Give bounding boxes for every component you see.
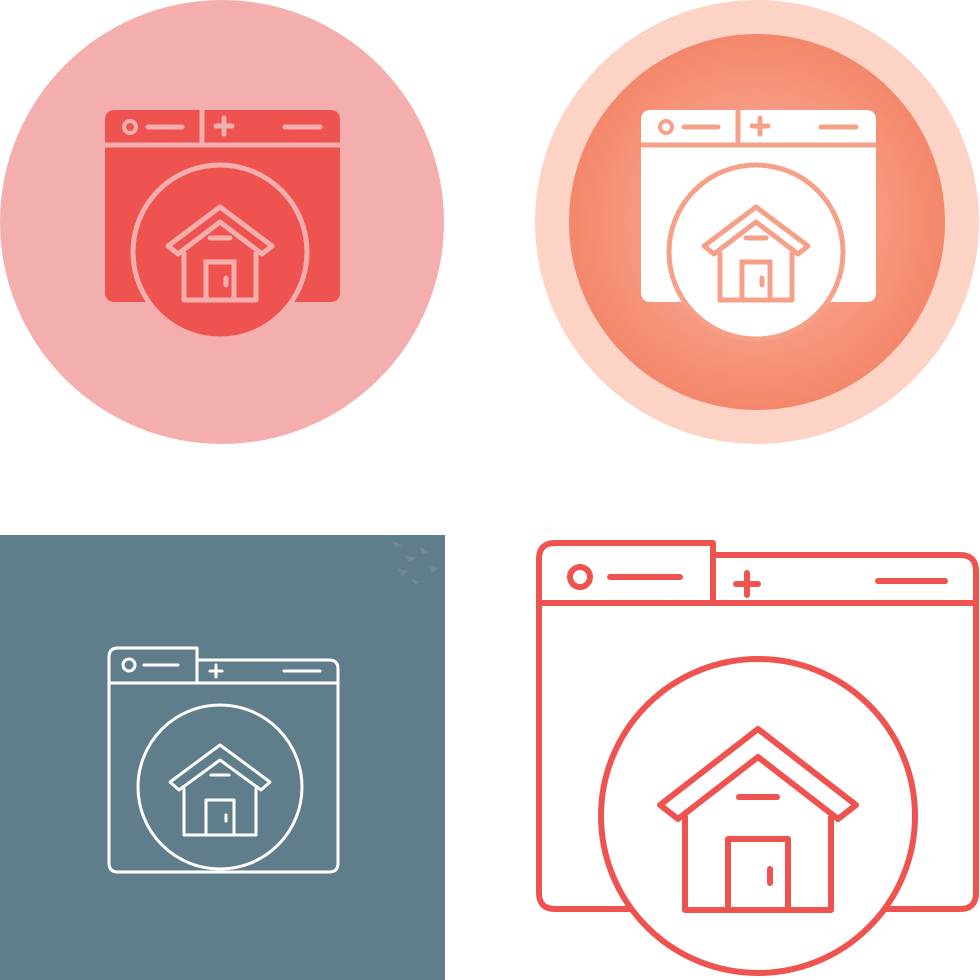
icon-set-canvas <box>0 0 980 980</box>
browser-home-icon-glyph-circle <box>0 0 444 444</box>
home-circle <box>136 703 304 871</box>
browser-home-icon-line-plain <box>536 540 979 976</box>
home-circle <box>598 656 918 976</box>
home-circle <box>130 162 310 342</box>
home-circle <box>666 162 846 342</box>
browser-home-icon-glyph-gradient <box>535 0 979 444</box>
browser-home-icon-line-square <box>0 535 445 980</box>
browser-home-icon <box>536 540 979 976</box>
